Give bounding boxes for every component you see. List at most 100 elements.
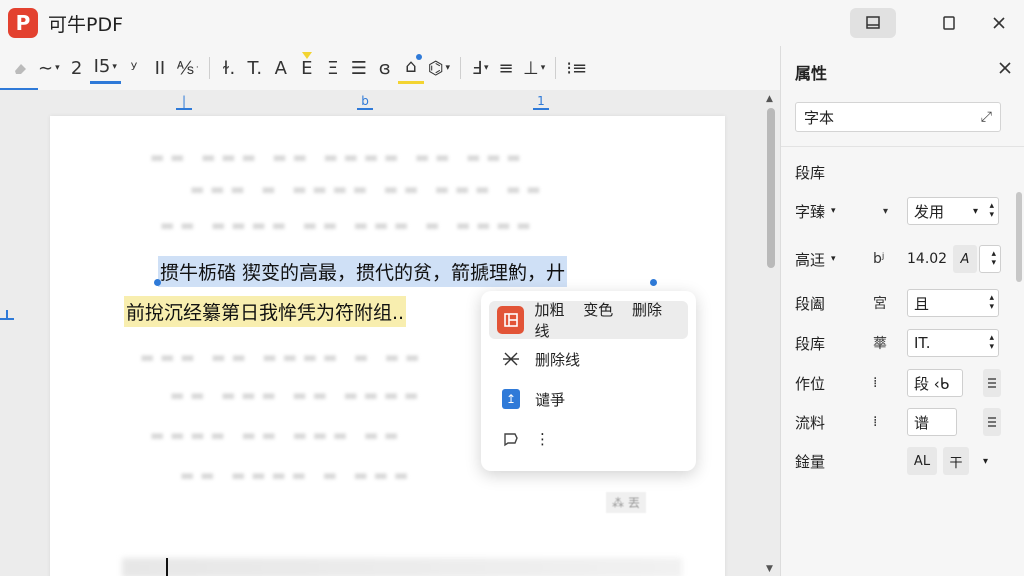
property-row: 鍂量 AL 干 ▾ [795,446,1005,476]
columns-tool-button[interactable]: II [147,52,173,84]
font-search-field[interactable]: 字本 ⤢ [795,102,1001,132]
more-options-icon[interactable]: ⋮ [535,430,550,448]
comment-menu-item[interactable]: ⋮ [489,419,688,459]
close-icon [993,17,1005,29]
panel-title: 属性 [795,64,828,83]
shape-icon: ⌬ [427,57,444,79]
align-center-icon: Ξ [327,57,339,79]
scroll-up-icon[interactable]: ▲ [766,94,773,104]
eraser-tool-button[interactable] [8,52,34,84]
shape-tool-button[interactable]: ⌬ ▾ [424,52,454,84]
spinner-button[interactable] [983,408,1001,436]
property-label[interactable]: 字臻 ▾ [795,201,873,222]
spinner-icon: ▴ ▾ [991,249,996,268]
spinner-icon[interactable]: ▴ ▾ [989,334,994,352]
highlighted-text-line[interactable]: 前挩沉经纂第日我恈凭为符附组.. [124,296,407,327]
line-height-spinner[interactable]: ▴ ▾ [979,245,1001,273]
selection-end-handle[interactable] [650,279,657,286]
align-option-button[interactable]: 干 [943,447,969,475]
strikethrough-menu-item[interactable]: 删除线 [489,339,688,379]
property-input[interactable]: 谱 [907,408,957,436]
property-select[interactable]: 且 ▴ ▾ [907,289,999,317]
bold-option[interactable]: 加粗 [534,301,564,319]
eraser-icon [15,64,26,74]
property-prefix: 蕐 [873,336,887,352]
font-size-tool-button[interactable]: Ⅰ5 ▾ [89,52,121,84]
panel-scrollbar[interactable] [1016,192,1022,282]
chevron-down-icon: ▾ [55,63,60,73]
text-cursor [166,558,168,576]
curve-tool-button[interactable]: ∼ ▾ [34,52,64,84]
property-row: 段阖 宮 且 ▴ ▾ [795,288,1005,318]
spinner-icon[interactable]: ▴ ▾ [989,202,994,220]
property-input[interactable]: 段 ‹ᑲ [907,369,963,397]
property-row: 字臻 ▾ ▾ 发用 ▾ ▴ ▾ [795,196,1005,226]
align-left-button[interactable]: E [294,52,320,84]
property-select[interactable]: 发用 ▾ ▴ ▾ [907,197,999,225]
selection-start-handle[interactable] [154,279,161,286]
faded-text: ▬▬▬ ▬▬ ▬▬▬▬ ▬ ▬▬ [140,348,426,366]
close-window-button[interactable] [974,0,1024,46]
scroll-thumb[interactable] [767,108,775,268]
property-label: 作位 [795,374,826,393]
chevron-down-icon[interactable]: ▾ [983,456,988,467]
strike-tool-button[interactable]: ⅍ · [173,52,203,84]
chevron-down-icon: ▾ [540,63,546,73]
line-spacing-button[interactable]: ≡ [493,52,519,84]
text-tool-button[interactable]: T. [242,52,268,84]
italic-tool-button[interactable]: ɫ. [216,52,242,84]
property-select[interactable]: IT. ▴ ▾ [907,329,999,357]
title-bar: P 可牛PDF [0,0,1024,46]
spinner-button[interactable] [983,369,1001,397]
strikethrough-icon [497,345,525,373]
format-options: 加粗 变色 删除线 [534,299,688,341]
ruler-marker[interactable]: b [357,94,373,110]
app-title: 可牛PDF [48,13,124,36]
chevron-down-icon: ▾ [831,254,836,264]
format-menu-item[interactable]: 加粗 变色 删除线 [489,299,688,341]
line-height-value[interactable]: 14.02 [907,251,949,267]
align-left-icon: E [301,57,313,79]
spinner-icon[interactable]: ▴ ▾ [989,294,994,312]
list-button[interactable]: ☰ [346,52,372,84]
scroll-down-icon[interactable]: ▼ [766,564,773,574]
faded-text: ▬▬ ▬▬▬▬ ▬▬ ▬▬▬ ▬ ▬▬▬▬ [160,216,537,234]
chevron-down-icon: ▾ [112,61,117,72]
close-panel-button[interactable] [998,56,1012,80]
property-label: 段阖 [795,294,826,313]
selected-text-line[interactable]: 掼牛栃䂿 猰变的高最，掼代的贫，箭搋理魡，廾 [158,256,568,287]
font-tool-button[interactable]: A [268,52,294,84]
panel-toggle-button[interactable] [850,8,896,38]
chevron-down-icon: ▾ [972,205,978,217]
chevron-down-icon: ▾ [831,206,836,216]
more-list-button[interactable]: ⁝≡ [562,52,591,84]
color-option[interactable]: 变色 [583,301,613,319]
font-a-button[interactable]: A [953,245,977,273]
close-icon [999,62,1011,74]
vertical-scrollbar[interactable]: ▲ ▼ [762,90,780,576]
property-label[interactable]: 高迋 ▾ [795,249,873,270]
property-prefix: 宮 [873,296,887,312]
property-dropdown-caret[interactable]: ▾ [873,206,907,217]
baseline-button[interactable]: ⊥ ▾ [519,52,549,84]
property-prefix: ⁞ [873,414,878,430]
ruler-marker[interactable]: 1 [533,94,549,110]
swap-icon[interactable]: ⤢ [981,109,992,125]
number-tool-button[interactable]: 2 [64,52,90,84]
format-icon [497,306,525,334]
maximize-button[interactable] [924,0,974,46]
align-center-button[interactable]: Ξ [320,52,346,84]
columns-icon: II [154,57,166,79]
superscript-tool-button[interactable]: ʸ [121,52,147,84]
ruler-marker[interactable]: | [176,94,192,110]
app-logo-icon: P [8,8,38,38]
more-list-icon: ⁝≡ [566,57,588,79]
paragraph-button[interactable]: Ⅎ ▾ [467,52,493,84]
align-option-button[interactable]: AL [907,447,937,475]
superscript-icon: ʸ [130,57,138,79]
font-icon: A [274,57,287,79]
indent-button[interactable]: ɞ [372,52,398,84]
highlight-button[interactable]: ⌂ [397,52,424,84]
link-menu-item[interactable]: ↥ 谴爭 [489,379,688,419]
margin-marker[interactable] [0,310,14,320]
